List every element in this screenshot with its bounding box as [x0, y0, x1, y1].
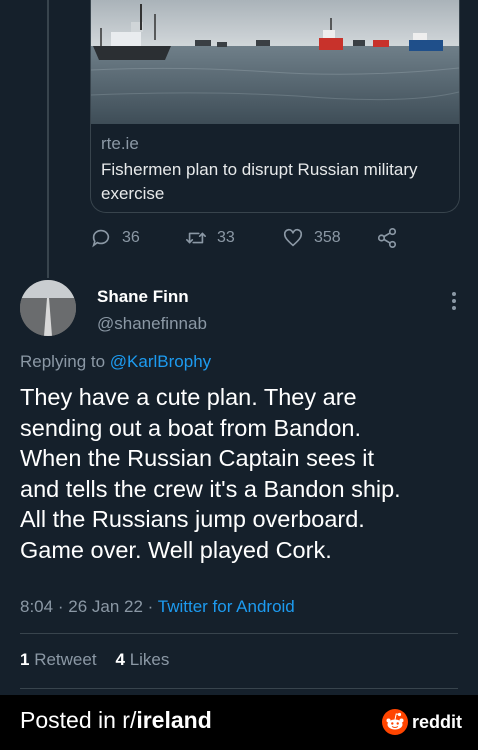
avatar[interactable] [20, 280, 76, 336]
display-name[interactable]: Shane Finn [97, 287, 189, 307]
meta-separator: · [147, 597, 154, 616]
quoted-tweet-actions: 36 33 358 [90, 224, 420, 252]
likes-stat[interactable]: 4 Likes [115, 650, 169, 669]
reply-icon [92, 229, 110, 248]
reddit-snoo-icon [382, 709, 408, 735]
tweet-date[interactable]: 26 Jan 22 [68, 597, 143, 616]
thread-connector-line [47, 0, 49, 278]
reply-count: 36 [122, 229, 140, 246]
like-stat-label: Likes [129, 650, 170, 669]
link-domain: rte.ie [101, 134, 139, 153]
replying-to-mention[interactable]: @KarlBrophy [110, 352, 211, 371]
retweet-stat-label: Retweet [34, 650, 97, 669]
posted-in-label: Posted in r/ireland [20, 707, 212, 734]
reddit-wordmark: reddit [412, 711, 463, 732]
share-icon [377, 228, 397, 248]
tweet-time[interactable]: 8:04 [20, 597, 53, 616]
retweet-count: 33 [217, 229, 235, 246]
meta-separator: · [57, 597, 64, 616]
replying-to-line: Replying to @KarlBrophy [20, 352, 211, 372]
like-count: 358 [314, 229, 341, 246]
tweet-metadata: 8:04 · 26 Jan 22 · Twitter for Android [20, 597, 295, 617]
user-handle[interactable]: @shanefinnab [97, 314, 207, 334]
like-button[interactable]: 358 [282, 224, 341, 252]
divider [20, 633, 458, 634]
retweet-icon [186, 232, 206, 244]
divider [20, 688, 458, 689]
subreddit-name[interactable]: ireland [136, 707, 211, 733]
share-button[interactable] [376, 224, 408, 252]
tweet-text: They have a cute plan. They are sending … [20, 384, 401, 563]
reply-button[interactable]: 36 [90, 224, 140, 252]
heart-icon [283, 228, 303, 247]
reddit-logo: reddit [382, 709, 462, 735]
link-preview-card[interactable]: rte.ie Fishermen plan to disrupt Russian… [90, 0, 460, 213]
link-title: Fishermen plan to disrupt Russian milita… [101, 160, 418, 203]
road-avatar-image [20, 280, 76, 336]
retweets-stat[interactable]: 1 Retweet [20, 650, 97, 669]
replying-to-label: Replying to [20, 352, 106, 371]
fishing-boats-photo [91, 0, 459, 124]
reddit-footer-bar: Posted in r/ireland reddit [0, 695, 478, 750]
posted-in-prefix: Posted in r/ [20, 707, 137, 733]
like-total: 4 [115, 650, 125, 669]
retweet-total: 1 [20, 650, 30, 669]
more-options-icon[interactable] [446, 290, 462, 312]
tweet-client[interactable]: Twitter for Android [158, 597, 295, 616]
tweet-stats: 1 Retweet 4 Likes [20, 650, 169, 670]
retweet-button[interactable]: 33 [185, 224, 235, 252]
